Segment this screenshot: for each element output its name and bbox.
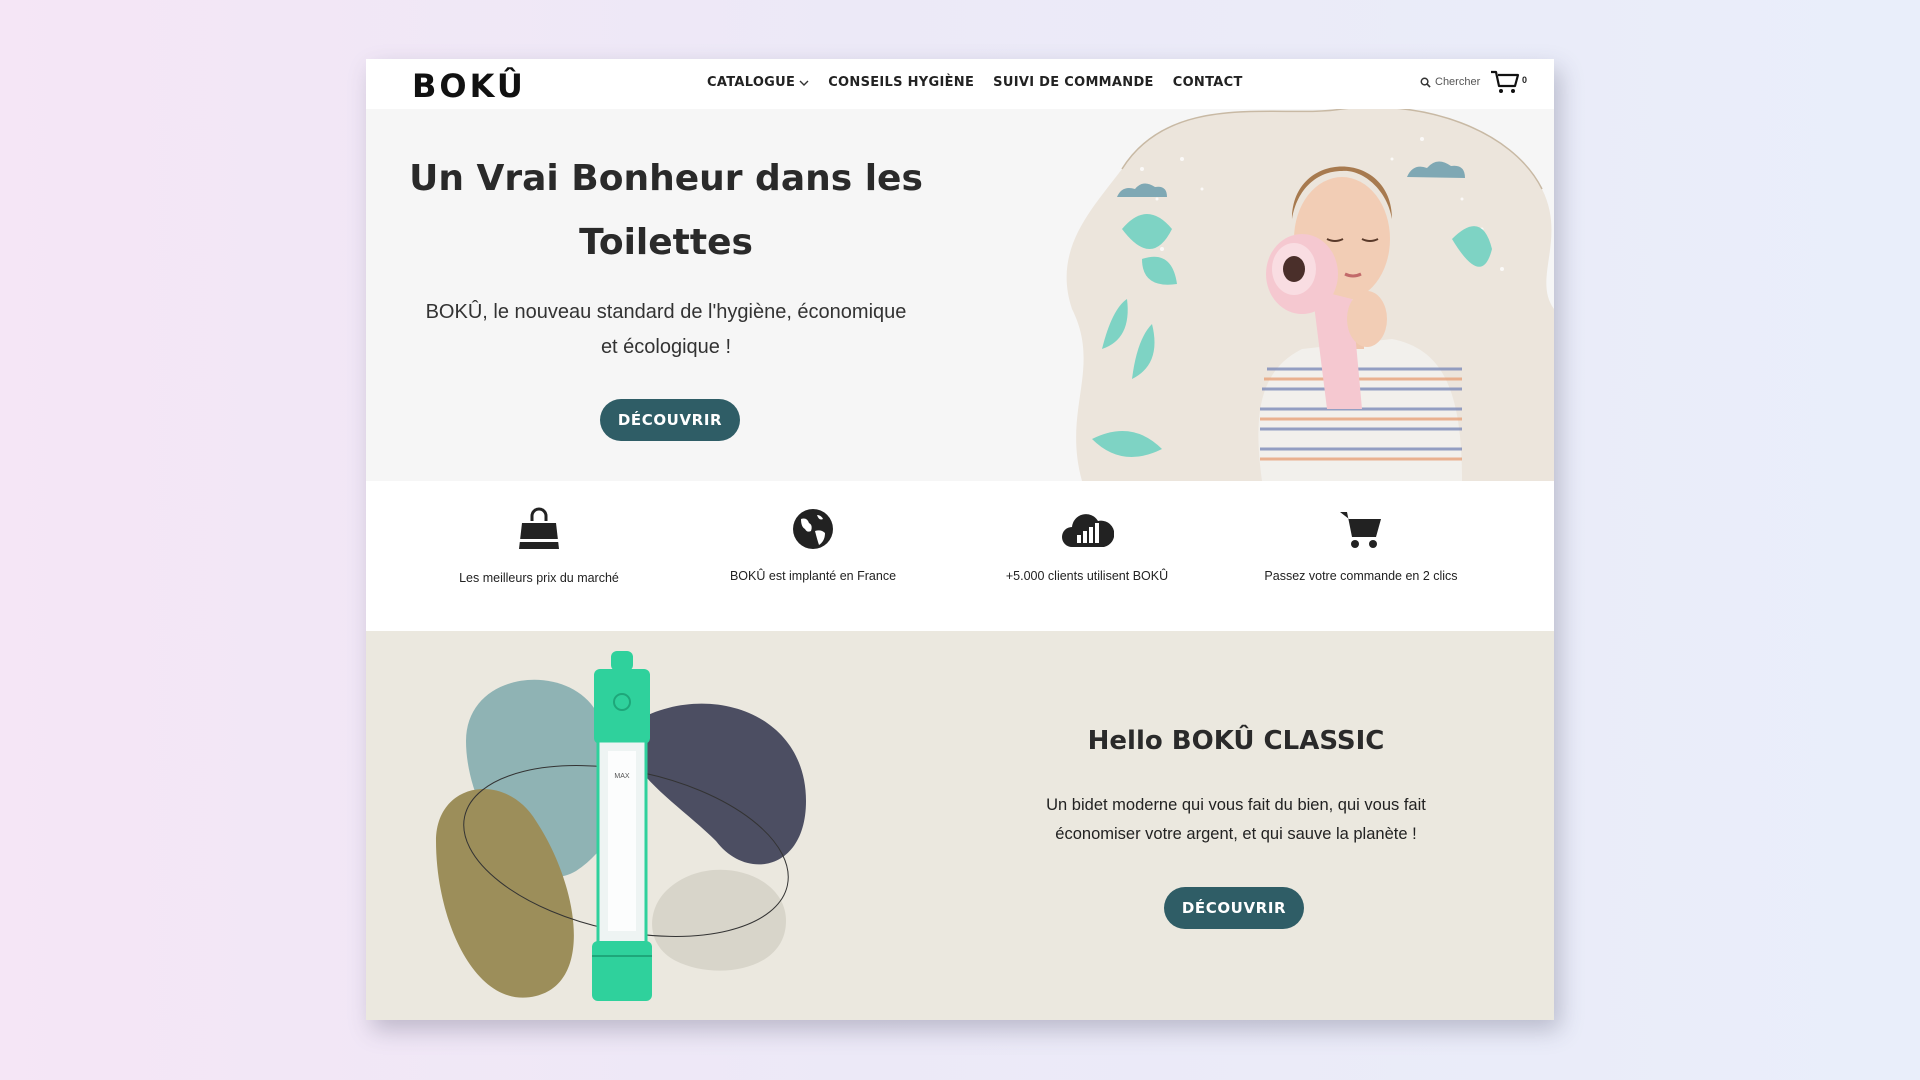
features-section: Les meilleurs prix du marché BOKÛ est im… — [366, 481, 1554, 631]
hero-subtitle-line2: et écologique ! — [600, 336, 732, 358]
browser-page: BOKÛ CATALOGUE CONSEILS HYGIÈNE SUIVI DE… — [366, 59, 1554, 1020]
hero-subtitle: BOKÛ, le nouveau standard de l'hygiène, … — [406, 295, 926, 365]
cloud-chart-icon — [1062, 514, 1114, 547]
product-section: MAX Hello BOKÛ CLASSIC Un bidet moderne … — [366, 631, 1554, 1020]
hero-image — [1066, 109, 1554, 481]
feature-item: BOKÛ est implanté en France — [688, 507, 938, 583]
hero-discover-button[interactable]: DÉCOUVRIR — [600, 399, 740, 441]
feature-label: Les meilleurs prix du marché — [459, 571, 619, 585]
product-desc-line2: économiser votre argent, et qui sauve la… — [1055, 825, 1417, 843]
search-icon — [1420, 77, 1431, 88]
shopping-bag-icon — [519, 507, 559, 549]
hero-title-line2: Toilettes — [579, 222, 753, 263]
feature-label: Passez votre commande en 2 clics — [1264, 569, 1458, 583]
product-image: MAX — [436, 651, 806, 1001]
search-button[interactable]: Chercher — [1420, 76, 1480, 88]
nav-conseils-hygiene[interactable]: CONSEILS HYGIÈNE — [828, 75, 974, 90]
nav-contact[interactable]: CONTACT — [1173, 75, 1243, 90]
feature-label: +5.000 clients utilisent BOKÛ — [1005, 569, 1169, 583]
main-nav: CATALOGUE CONSEILS HYGIÈNE SUIVI DE COMM… — [707, 75, 1243, 90]
cart-button[interactable]: 0 — [1490, 69, 1527, 95]
hero-title-line1: Un Vrai Bonheur dans les — [409, 158, 923, 199]
globe-icon — [793, 509, 833, 549]
feature-label: BOKÛ est implanté en France — [729, 569, 897, 583]
product-desc-line1: Un bidet moderne qui vous fait du bien, … — [1046, 796, 1426, 814]
hero-title: Un Vrai Bonheur dans les Toilettes — [406, 147, 926, 275]
feature-item: +5.000 clients utilisent BOKÛ — [962, 507, 1212, 583]
nav-catalogue[interactable]: CATALOGUE — [707, 75, 809, 90]
nav-suivi-label: SUIVI DE COMMANDE — [993, 75, 1154, 90]
nav-suivi-commande[interactable]: SUIVI DE COMMANDE — [993, 75, 1154, 90]
product-discover-button[interactable]: DÉCOUVRIR — [1164, 887, 1304, 929]
cart-icon — [1340, 512, 1381, 548]
hero-subtitle-line1: BOKÛ, le nouveau standard de l'hygiène, … — [425, 301, 907, 323]
product-description: Un bidet moderne qui vous fait du bien, … — [1006, 791, 1466, 849]
bottle-max-mark: MAX — [614, 773, 630, 780]
site-logo[interactable]: BOKÛ — [412, 67, 526, 105]
site-header: BOKÛ CATALOGUE CONSEILS HYGIÈNE SUIVI DE… — [366, 59, 1554, 110]
feature-item: Passez votre commande en 2 clics — [1236, 507, 1486, 583]
feature-item: Les meilleurs prix du marché — [414, 507, 664, 585]
cart-icon — [1491, 70, 1520, 93]
nav-catalogue-label: CATALOGUE — [707, 75, 796, 90]
search-label: Chercher — [1435, 76, 1481, 88]
cart-count: 0 — [1522, 75, 1528, 85]
chevron-down-icon — [799, 80, 809, 86]
product-title: Hello BOKÛ CLASSIC — [1087, 726, 1385, 756]
nav-contact-label: CONTACT — [1172, 75, 1243, 90]
nav-conseils-label: CONSEILS HYGIÈNE — [828, 75, 975, 90]
hero-section: Un Vrai Bonheur dans les Toilettes BOKÛ,… — [366, 109, 1554, 481]
